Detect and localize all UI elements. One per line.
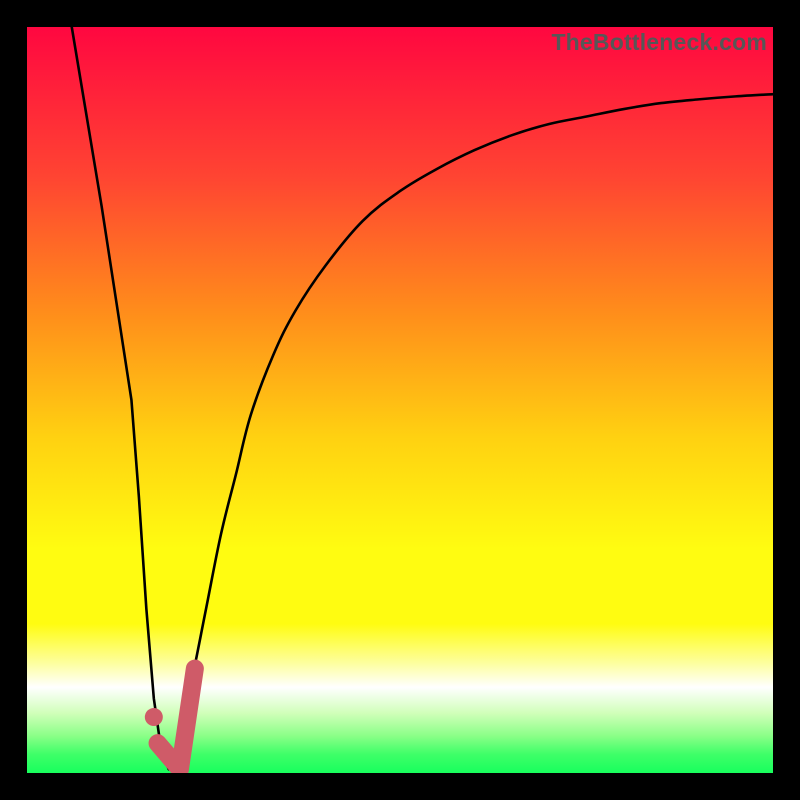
marker-dot (145, 708, 163, 726)
watermark-text: TheBottleneck.com (551, 29, 767, 56)
plot-area: TheBottleneck.com (27, 27, 773, 773)
chart-svg (27, 27, 773, 773)
chart-background (27, 27, 773, 773)
